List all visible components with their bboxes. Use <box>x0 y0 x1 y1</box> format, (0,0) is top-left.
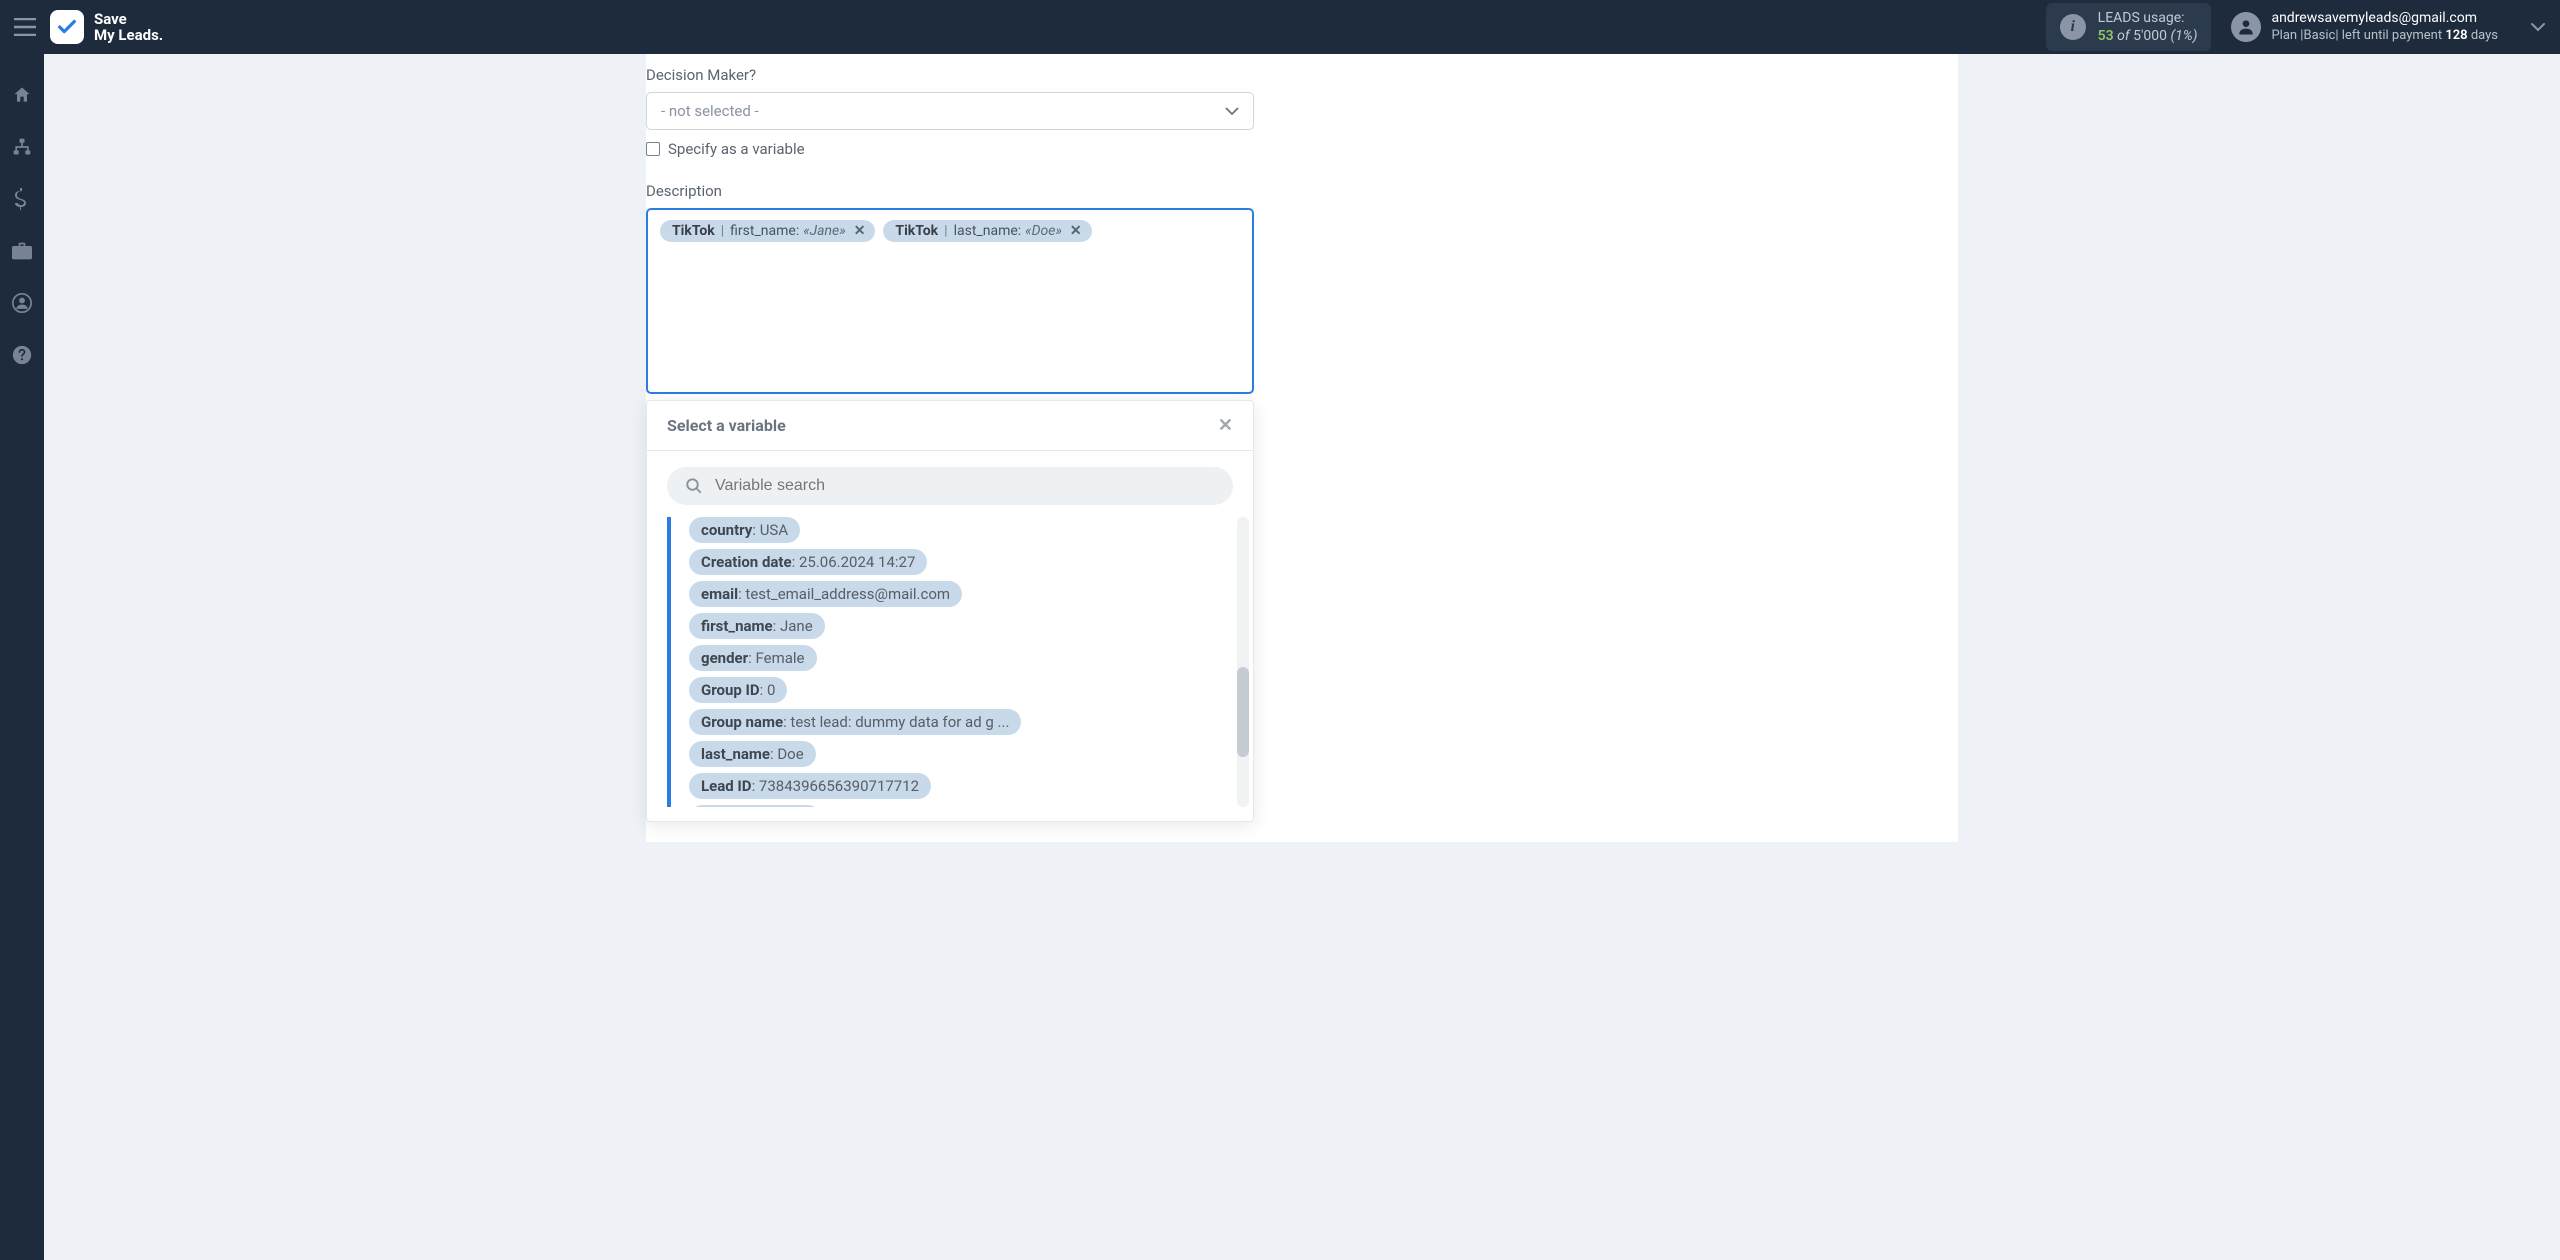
variable-tag: TikTok | last_name: «Doe» ✕ <box>883 220 1091 242</box>
usage-label: LEADS usage: <box>2098 9 2198 27</box>
sidebar-item-connections[interactable] <box>0 132 44 162</box>
days-count: 128 <box>2445 28 2467 43</box>
sidebar-item-billing[interactable] <box>0 184 44 214</box>
variable-option[interactable]: Group ID: 0 <box>689 677 787 703</box>
hamburger-menu-button[interactable] <box>14 18 36 36</box>
leads-usage-widget[interactable]: i LEADS usage: 53 of 5'000 (1%) <box>2046 3 2212 51</box>
header-collapse-button[interactable] <box>2530 22 2546 32</box>
logo-line-1: Save <box>94 11 163 28</box>
main-content: Decision Maker? - not selected - Specify… <box>44 54 2560 842</box>
tag-separator: | <box>944 223 947 239</box>
decision-maker-select[interactable]: - not selected - <box>646 92 1254 130</box>
usage-percent: (1%) <box>2170 28 2197 44</box>
usage-current: 53 <box>2098 28 2114 44</box>
variable-key: country <box>701 521 752 539</box>
user-email: andrewsavemyleads@gmail.com <box>2271 9 2498 27</box>
variable-search-input[interactable] <box>715 477 1215 495</box>
variable-key: first_name <box>701 617 773 635</box>
variable-value: : 7384396656390717712 <box>752 777 920 795</box>
variable-search-box[interactable] <box>667 467 1233 505</box>
sidebar-item-briefcase[interactable] <box>0 236 44 266</box>
search-wrap <box>647 451 1253 517</box>
variable-key: Creation date <box>701 553 792 571</box>
tag-field: first_name: <box>730 223 799 239</box>
tag-remove-button[interactable]: ✕ <box>1070 223 1082 239</box>
variable-value: : 25.06.2024 14:27 <box>792 553 916 571</box>
tag-separator: | <box>721 223 724 239</box>
description-label: Description <box>646 182 1254 200</box>
app-header: Save My Leads. i LEADS usage: 53 of 5'00… <box>0 0 2560 54</box>
variable-key: last_name <box>701 745 770 763</box>
logo-line-2: My Leads. <box>94 27 163 44</box>
tag-value: «Jane» <box>803 223 845 239</box>
variable-value: : USA <box>752 521 788 539</box>
variable-list: country: USA Creation date: 25.06.2024 14… <box>667 517 1233 807</box>
usage-of: of <box>2117 28 2133 44</box>
variable-option[interactable]: email: test_email_address@mail.com <box>689 581 962 607</box>
select-value: - not selected - <box>661 102 759 120</box>
chevron-down-icon <box>1225 107 1239 116</box>
user-account-widget[interactable]: andrewsavemyleads@gmail.com Plan |Basic|… <box>2231 9 2498 44</box>
decision-maker-label: Decision Maker? <box>646 66 1254 84</box>
tag-source: TikTok <box>895 223 938 239</box>
tag-remove-button[interactable]: ✕ <box>854 223 866 239</box>
variable-value: : test_email_address@mail.com <box>738 585 950 603</box>
variable-value: : Doe <box>770 745 804 763</box>
scrollbar-thumb[interactable] <box>1237 667 1249 757</box>
description-input[interactable]: TikTok | first_name: «Jane»✕TikTok | las… <box>646 208 1254 394</box>
tag-field: last_name: <box>954 223 1022 239</box>
logo-text: Save My Leads. <box>94 11 163 44</box>
variable-key: email <box>701 585 738 603</box>
variable-tag: TikTok | first_name: «Jane» ✕ <box>660 220 875 242</box>
usage-stats: 53 of 5'000 (1%) <box>2098 27 2198 45</box>
dropdown-header: Select a variable ✕ <box>647 401 1253 451</box>
variable-key: gender <box>701 649 748 667</box>
user-plan: Plan |Basic| left until payment 128 days <box>2271 28 2498 45</box>
logo-checkmark-icon <box>50 10 84 44</box>
specify-checkbox-row[interactable]: Specify as a variable <box>646 140 1254 158</box>
info-icon: i <box>2060 14 2086 40</box>
form-section: Decision Maker? - not selected - Specify… <box>646 66 1254 822</box>
scrollbar-track[interactable] <box>1237 517 1249 807</box>
user-avatar-icon <box>2231 12 2261 42</box>
specify-checkbox[interactable] <box>646 142 660 156</box>
variable-value: : 0 <box>760 681 776 699</box>
variable-option[interactable]: first_name: Jane <box>689 613 825 639</box>
form-card: Decision Maker? - not selected - Specify… <box>646 54 1958 842</box>
variable-option[interactable]: name: Jane Doe <box>689 805 821 807</box>
tag-value: «Doe» <box>1025 223 1062 239</box>
specify-checkbox-label: Specify as a variable <box>668 140 805 158</box>
variable-option[interactable]: Group name: test lead: dummy data for ad… <box>689 709 1021 735</box>
usage-total: 5'000 <box>2133 28 2167 44</box>
sidebar-nav <box>0 54 44 1260</box>
search-icon <box>685 477 703 495</box>
sidebar-item-help[interactable] <box>0 340 44 370</box>
variable-value: : test lead: dummy data for ad g ... <box>783 713 1009 731</box>
variable-value: : Female <box>748 649 804 667</box>
dropdown-close-button[interactable]: ✕ <box>1218 415 1233 436</box>
header-right: i LEADS usage: 53 of 5'000 (1%) andrewsa… <box>2046 3 2546 51</box>
variable-option[interactable]: gender: Female <box>689 645 817 671</box>
variable-option[interactable]: last_name: Doe <box>689 741 816 767</box>
tag-source: TikTok <box>672 223 715 239</box>
header-left: Save My Leads. <box>14 10 163 44</box>
user-info: andrewsavemyleads@gmail.com Plan |Basic|… <box>2271 9 2498 44</box>
sidebar-item-profile[interactable] <box>0 288 44 318</box>
variable-key: Group name <box>701 713 783 731</box>
variable-option[interactable]: Creation date: 25.06.2024 14:27 <box>689 549 927 575</box>
sidebar-item-home[interactable] <box>0 80 44 110</box>
variable-key: Lead ID <box>701 777 752 795</box>
variable-option[interactable]: country: USA <box>689 517 800 543</box>
dropdown-title: Select a variable <box>667 416 786 435</box>
variable-option[interactable]: Lead ID: 7384396656390717712 <box>689 773 931 799</box>
variable-dropdown-panel: Select a variable ✕ country: USA Creation… <box>646 400 1254 822</box>
variable-key: Group ID <box>701 681 760 699</box>
variable-value: : Jane <box>773 617 813 635</box>
app-logo[interactable]: Save My Leads. <box>50 10 163 44</box>
variable-list-wrap: country: USA Creation date: 25.06.2024 14… <box>647 517 1253 821</box>
usage-text: LEADS usage: 53 of 5'000 (1%) <box>2098 9 2198 45</box>
